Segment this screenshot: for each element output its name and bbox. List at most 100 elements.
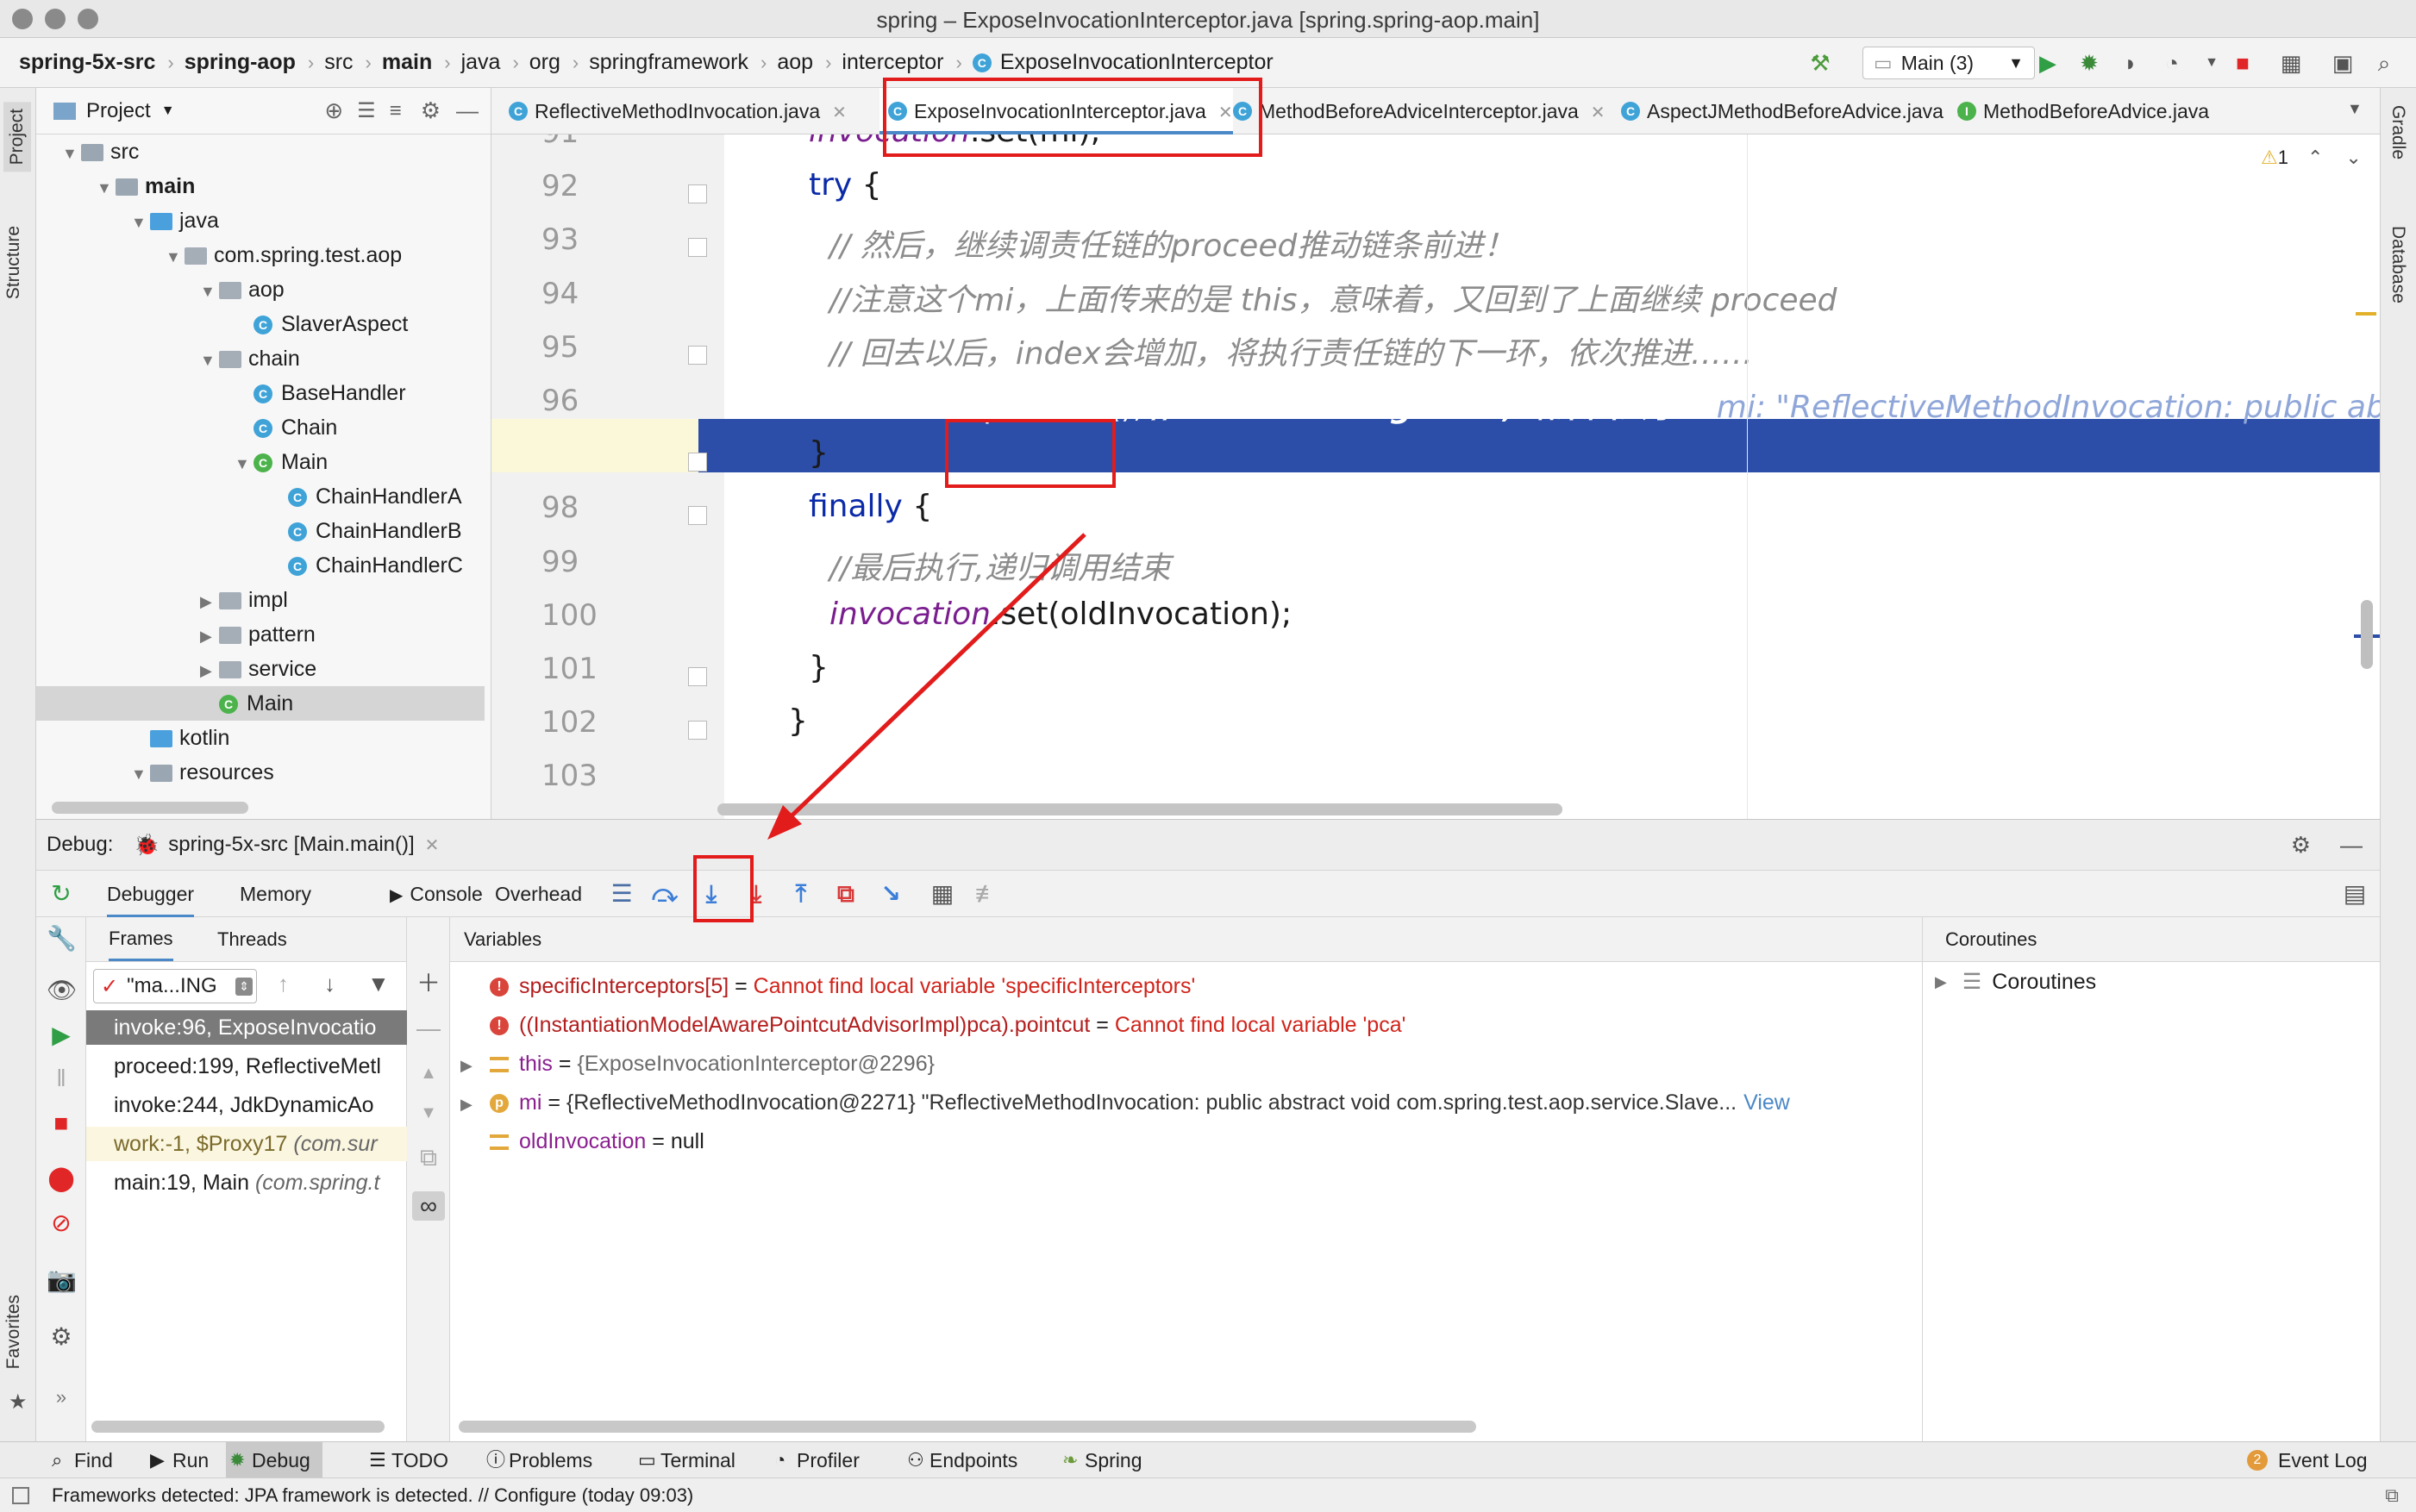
- gradle-tool-tab[interactable]: Gradle: [2388, 105, 2408, 159]
- show-execution-point-icon[interactable]: ⤼: [650, 879, 679, 909]
- variable-row[interactable]: ▶ p mi = {ReflectiveMethodInvocation@2271}…: [450, 1085, 1923, 1120]
- variable-row[interactable]: ! specificInterceptors[5] = Cannot find l…: [450, 969, 1923, 1003]
- stop-icon[interactable]: ■: [2228, 48, 2257, 78]
- code-editor[interactable]: 919293949596979899100101102103 invocatio…: [491, 134, 2380, 819]
- expand-arrow-icon[interactable]: ▼: [131, 205, 150, 240]
- fold-marker-icon[interactable]: [688, 345, 707, 365]
- project-hscroll[interactable]: [52, 802, 248, 814]
- tree-item[interactable]: ▶ service: [36, 652, 485, 686]
- frames-hscroll[interactable]: [91, 1421, 385, 1433]
- tab-threads[interactable]: Threads: [217, 917, 287, 962]
- expand-arrow-icon[interactable]: ▼: [235, 447, 253, 481]
- stack-frame[interactable]: proceed:199, ReflectiveMetl: [86, 1049, 407, 1084]
- tree-item[interactable]: kotlin: [36, 721, 485, 755]
- database-tool-tab[interactable]: Database: [2388, 226, 2408, 303]
- tree-item[interactable]: ▼ com.spring.test.aop: [36, 238, 485, 272]
- endpoints-tool-button[interactable]: ⚇ Endpoints: [904, 1442, 1017, 1478]
- editor-tab[interactable]: I MethodBeforeAdvice.java: [1949, 88, 2209, 134]
- editor-vscroll[interactable]: [2361, 600, 2373, 669]
- previous-highlight-icon[interactable]: ⌃: [2307, 147, 2323, 169]
- modify-run-config-icon[interactable]: 🔧: [47, 924, 77, 953]
- expand-arrow-icon[interactable]: ▶: [200, 584, 219, 619]
- expand-arrow-icon[interactable]: ▶: [1935, 973, 1947, 991]
- breadcrumb-item[interactable]: main: [382, 50, 432, 75]
- fold-marker-icon[interactable]: [688, 506, 707, 526]
- chevron-down-icon[interactable]: ▼: [161, 103, 175, 119]
- gear-icon[interactable]: ⚙: [421, 97, 441, 124]
- variable-row[interactable]: oldInvocation = null: [450, 1124, 1923, 1159]
- breadcrumb-item[interactable]: ExposeInvocationInterceptor: [1000, 50, 1274, 75]
- tab-memory[interactable]: Memory: [240, 871, 311, 917]
- status-text[interactable]: Frameworks detected: JPA framework is de…: [52, 1484, 693, 1507]
- tab-debugger[interactable]: Debugger: [107, 871, 195, 917]
- view-breakpoints-eye-icon[interactable]: 👁: [47, 976, 78, 1005]
- fold-marker-icon[interactable]: [688, 453, 707, 472]
- hide-panel-icon[interactable]: —: [2340, 832, 2363, 859]
- glasses-icon[interactable]: ∞: [412, 1191, 445, 1221]
- thread-select[interactable]: ✓ "ma...ING ⇕: [93, 969, 257, 1003]
- tree-item[interactable]: C BaseHandler: [36, 376, 485, 410]
- build-hammer-icon[interactable]: ⚒: [1806, 48, 1835, 78]
- view-link[interactable]: View: [1743, 1090, 1790, 1115]
- profile-icon[interactable]: ◔: [2157, 48, 2187, 78]
- problems-tool-button[interactable]: ⓘ Problems: [483, 1442, 592, 1478]
- mute-breakpoints-icon[interactable]: ⊘: [47, 1209, 76, 1238]
- structure-tool-tab[interactable]: Structure: [3, 226, 24, 299]
- run-to-cursor-icon[interactable]: ↘: [876, 879, 905, 909]
- duplicate-icon[interactable]: ⧉: [414, 1143, 443, 1172]
- favorites-tool-tab[interactable]: Favorites: [3, 1295, 24, 1369]
- pause-icon[interactable]: ‖: [47, 1064, 76, 1093]
- tree-item[interactable]: ▼ aop: [36, 272, 485, 307]
- stack-frame[interactable]: invoke:244, JdkDynamicAo: [86, 1088, 407, 1122]
- layout-icon[interactable]: ▣: [2328, 48, 2357, 78]
- drop-frame-icon[interactable]: ⧉: [831, 879, 861, 909]
- variables-hscroll[interactable]: [459, 1421, 1476, 1433]
- tree-item[interactable]: ▼ java: [36, 203, 485, 238]
- spring-tool-button[interactable]: ❧ Spring: [1059, 1442, 1142, 1478]
- project-panel-title[interactable]: Project: [86, 99, 151, 123]
- camera-icon[interactable]: 📷: [47, 1265, 77, 1295]
- layout-settings-icon[interactable]: ▤: [2340, 879, 2369, 909]
- editor-tab[interactable]: C MethodBeforeAdviceInterceptor.java ✕: [1224, 88, 1605, 134]
- variable-row[interactable]: ! ((InstantiationModelAwarePointcutAdviso…: [450, 1008, 1923, 1042]
- breadcrumb-item[interactable]: interceptor: [842, 50, 943, 75]
- breadcrumb-item[interactable]: spring-5x-src: [19, 50, 155, 75]
- tree-item[interactable]: C SlaverAspect: [36, 307, 485, 341]
- tree-item[interactable]: C Main: [36, 686, 485, 721]
- todo-tool-button[interactable]: ☰ TODO: [366, 1442, 448, 1478]
- view-breakpoints-icon[interactable]: ⬤: [47, 1164, 76, 1193]
- coroutines-tree-item[interactable]: ▶ ☰ Coroutines: [1935, 969, 2096, 995]
- editor-hscroll[interactable]: [717, 803, 1562, 815]
- tree-item[interactable]: ▶ impl: [36, 583, 485, 617]
- breadcrumb-item[interactable]: java: [461, 50, 501, 75]
- stack-frame[interactable]: main:19, Main (com.spring.t: [86, 1165, 407, 1200]
- breadcrumb-item[interactable]: springframework: [589, 50, 748, 75]
- frame-up-icon[interactable]: ↑: [278, 971, 289, 997]
- debug-bug-icon[interactable]: ✹: [2075, 48, 2104, 78]
- close-tab-icon[interactable]: ✕: [832, 103, 847, 122]
- tree-item[interactable]: ▶ pattern: [36, 617, 485, 652]
- coverage-icon[interactable]: ◗: [2116, 48, 2145, 78]
- breadcrumb-item[interactable]: src: [324, 50, 353, 75]
- trace-current-stream-icon[interactable]: ≢: [973, 879, 1002, 909]
- expand-arrow-icon[interactable]: ▼: [97, 171, 116, 205]
- breadcrumb-item[interactable]: spring-aop: [185, 50, 296, 75]
- expand-arrow-icon[interactable]: ▼: [131, 757, 150, 791]
- profiler-tool-button[interactable]: ◔ Profiler: [771, 1442, 860, 1478]
- tree-item[interactable]: C Chain: [36, 410, 485, 445]
- variable-row[interactable]: ▶ this = {ExposeInvocationInterceptor@229…: [450, 1047, 1923, 1081]
- terminal-tool-button[interactable]: ▭ Terminal: [635, 1442, 735, 1478]
- debug-tool-button[interactable]: ✹ Debug: [226, 1442, 322, 1478]
- tree-item[interactable]: C ChainHandlerA: [36, 479, 485, 514]
- move-down-icon[interactable]: ▼: [414, 1098, 443, 1128]
- breadcrumb-item[interactable]: org: [529, 50, 560, 75]
- expand-all-icon[interactable]: ☰: [357, 98, 376, 123]
- more-chevron-icon[interactable]: »: [47, 1383, 76, 1412]
- resume-icon[interactable]: ▶: [47, 1021, 76, 1050]
- new-watch-plus-icon[interactable]: ＋: [414, 969, 443, 998]
- expand-arrow-icon[interactable]: ▼: [200, 274, 219, 309]
- star-icon[interactable]: ★: [9, 1390, 28, 1415]
- inspection-widget[interactable]: ⚠ 1 ⌃ ⌄: [2261, 147, 2362, 169]
- close-session-icon[interactable]: ✕: [425, 834, 440, 856]
- run-tool-button[interactable]: ▶ Run: [147, 1442, 209, 1478]
